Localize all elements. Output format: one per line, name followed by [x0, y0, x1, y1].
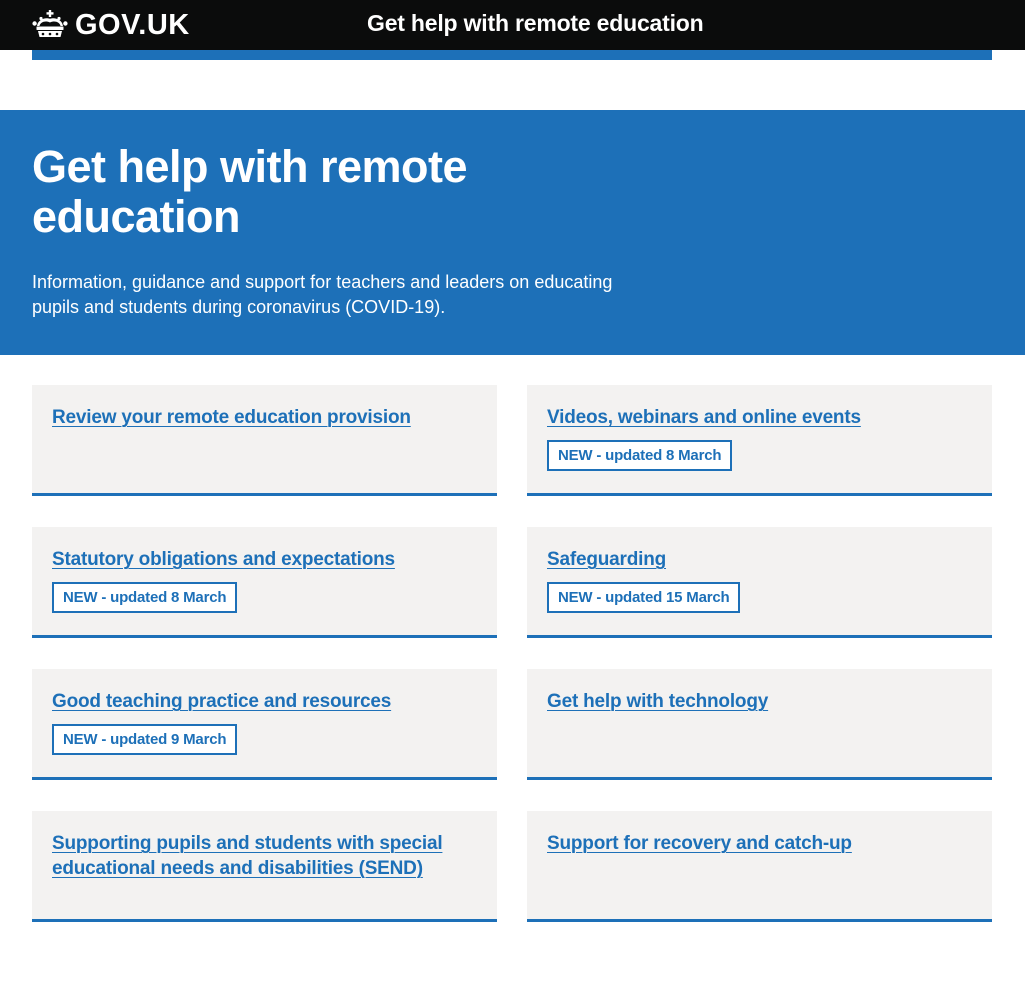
header-blue-bar	[32, 50, 992, 60]
topic-card-recovery: Support for recovery and catch-up	[527, 811, 992, 922]
new-badge: NEW - updated 9 March	[52, 724, 238, 755]
card-link[interactable]: Review your remote education provision	[52, 407, 411, 428]
govuk-logo-link[interactable]: GOV.UK	[32, 9, 190, 41]
card-link[interactable]: Statutory obligations and expectations	[52, 549, 395, 570]
logo-text: GOV.UK	[75, 8, 190, 41]
topic-card-videos-webinars: Videos, webinars and online events NEW -…	[527, 385, 992, 496]
new-badge: NEW - updated 8 March	[52, 582, 238, 613]
service-name-link[interactable]: Get help with remote education	[367, 10, 704, 37]
topic-card-safeguarding: Safeguarding NEW - updated 15 March	[527, 527, 992, 638]
card-link[interactable]: Supporting pupils and students with spec…	[52, 833, 443, 879]
topic-card-good-teaching: Good teaching practice and resources NEW…	[32, 669, 497, 780]
page-lead: Information, guidance and support for te…	[32, 272, 613, 317]
topic-card-send: Supporting pupils and students with spec…	[32, 811, 497, 922]
page-title: Get help with remote education	[32, 141, 468, 242]
crown-icon	[32, 10, 68, 40]
new-badge: NEW - updated 15 March	[547, 582, 741, 613]
topic-card-review-provision: Review your remote education provision	[32, 385, 497, 496]
new-badge: NEW - updated 8 March	[547, 440, 733, 471]
site-header: GOV.UK Get help with remote education	[0, 0, 1025, 50]
card-link[interactable]: Safeguarding	[547, 549, 666, 570]
hero-banner: Get help with remote education Informati…	[0, 110, 1025, 355]
card-link[interactable]: Get help with technology	[547, 691, 768, 712]
topic-card-grid: Review your remote education provision V…	[32, 385, 992, 922]
card-link[interactable]: Support for recovery and catch-up	[547, 833, 852, 854]
topic-card-technology: Get help with technology	[527, 669, 992, 780]
card-link[interactable]: Videos, webinars and online events	[547, 407, 861, 428]
card-link[interactable]: Good teaching practice and resources	[52, 691, 391, 712]
topic-card-statutory-obligations: Statutory obligations and expectations N…	[32, 527, 497, 638]
